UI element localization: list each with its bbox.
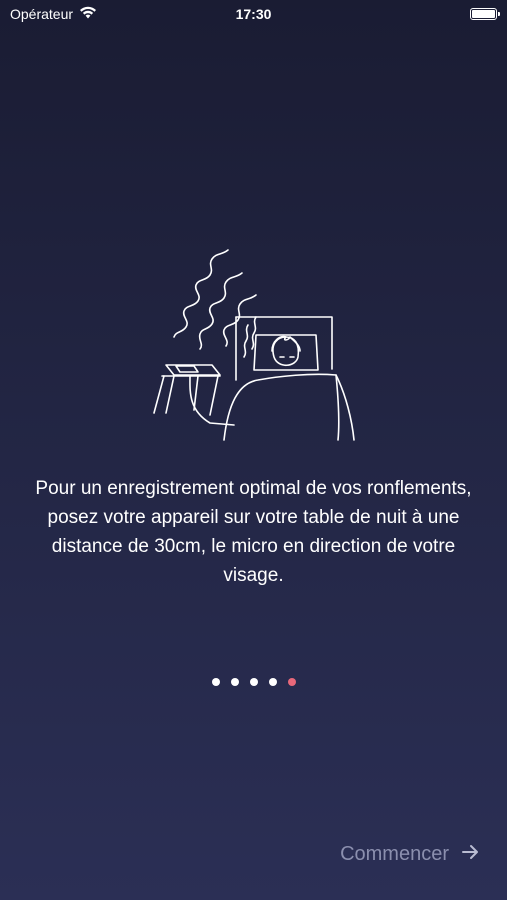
page-dot-2[interactable]: [230, 678, 239, 686]
arrow-right-icon: [461, 843, 479, 866]
page-dot-1[interactable]: [211, 678, 220, 686]
status-time: 17:30: [235, 6, 272, 22]
page-indicator: [0, 678, 507, 686]
start-button-label: Commencer: [340, 843, 449, 865]
page-dot-5-active[interactable]: [287, 678, 296, 686]
sleeping-illustration: [140, 245, 370, 450]
page-dot-3[interactable]: [249, 678, 258, 686]
start-button[interactable]: Commencer: [340, 843, 479, 866]
instruction-text: Pour un enregistrement optimal de vos ro…: [35, 478, 472, 586]
page-dot-4[interactable]: [268, 678, 277, 686]
